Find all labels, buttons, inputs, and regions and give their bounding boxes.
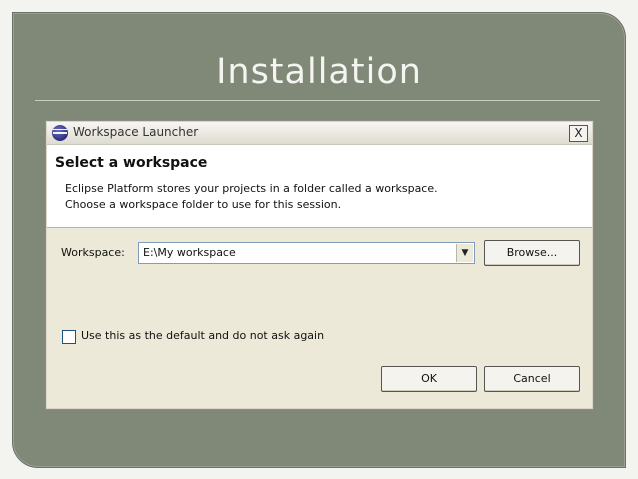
workspace-launcher-dialog: Workspace Launcher X Select a workspace … <box>46 121 593 409</box>
cancel-button[interactable]: Cancel <box>484 366 580 392</box>
dialog-titlebar[interactable]: Workspace Launcher X <box>47 122 592 145</box>
header-description: Eclipse Platform stores your projects in… <box>65 181 438 213</box>
workspace-combo[interactable]: E:\My workspace ▼ <box>138 242 475 264</box>
description-line-2: Choose a workspace folder to use for thi… <box>65 198 342 211</box>
default-checkbox-label[interactable]: Use this as the default and do not ask a… <box>81 329 324 342</box>
title-divider <box>35 100 600 101</box>
header-title: Select a workspace <box>55 155 208 171</box>
description-line-1: Eclipse Platform stores your projects in… <box>65 182 438 195</box>
workspace-input-value[interactable]: E:\My workspace <box>143 246 236 259</box>
dialog-header: Select a workspace Eclipse Platform stor… <box>47 145 592 228</box>
ok-button[interactable]: OK <box>381 366 477 392</box>
dialog-title: Workspace Launcher <box>73 125 199 139</box>
slide-title: Installation <box>216 52 422 92</box>
workspace-label: Workspace: <box>61 246 125 259</box>
default-checkbox[interactable] <box>62 330 76 344</box>
eclipse-app-icon <box>52 125 68 141</box>
browse-button[interactable]: Browse... <box>484 240 580 266</box>
dropdown-arrow-icon[interactable]: ▼ <box>456 244 473 262</box>
close-button[interactable]: X <box>569 125 588 142</box>
close-icon: X <box>574 126 583 140</box>
